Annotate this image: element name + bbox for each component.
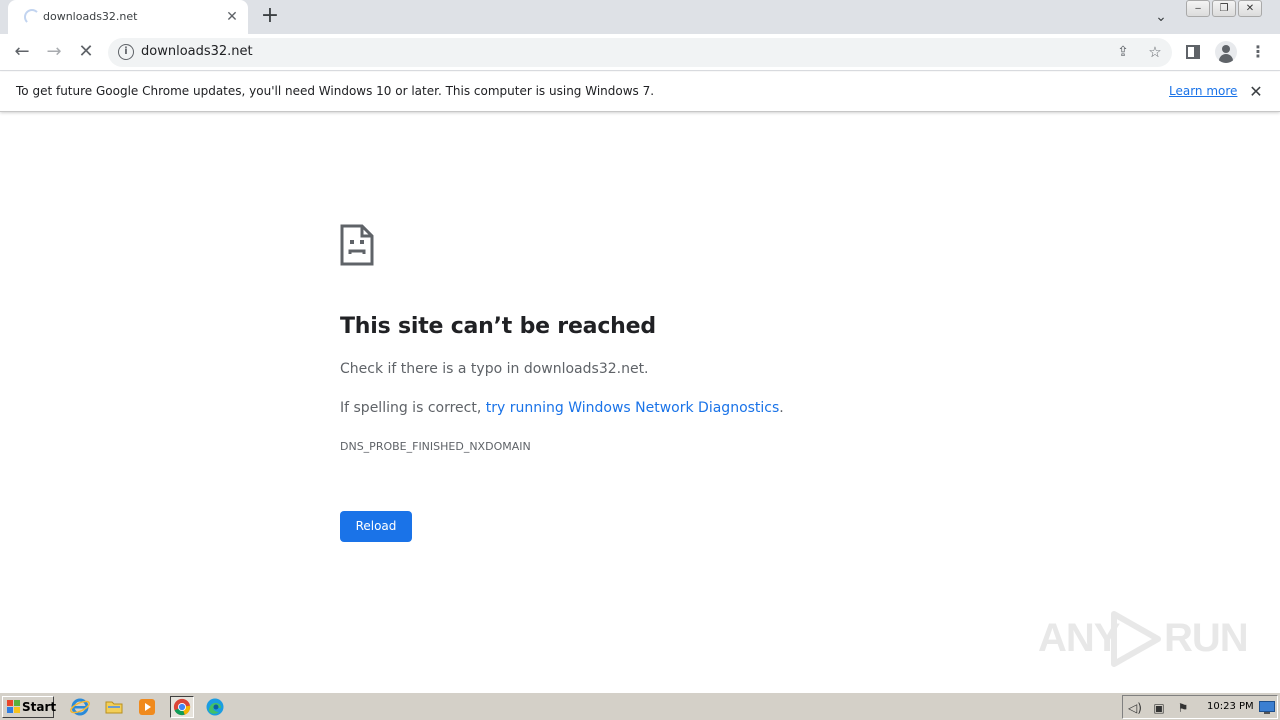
folder-icon[interactable] bbox=[104, 697, 124, 717]
volume-icon[interactable]: ◁) bbox=[1127, 700, 1143, 716]
infobar-message: To get future Google Chrome updates, you… bbox=[16, 84, 655, 98]
url-text[interactable]: downloads32.net bbox=[141, 44, 253, 59]
loading-spinner-icon bbox=[24, 9, 40, 25]
minimize-button[interactable]: ‒ bbox=[1186, 0, 1210, 17]
info-icon[interactable]: i bbox=[118, 44, 134, 60]
new-tab-button[interactable]: + bbox=[258, 5, 282, 29]
forward-arrow-icon[interactable]: → bbox=[40, 38, 68, 66]
network-diagnostics-link[interactable]: try running Windows Network Diagnostics bbox=[486, 400, 780, 416]
diagnostics-prefix: If spelling is correct, bbox=[340, 400, 486, 416]
windows-flag-icon bbox=[7, 700, 20, 713]
windows-taskbar: Start ◁) ▣ ⚑ 10:23 PM bbox=[0, 692, 1280, 720]
action-center-flag-icon[interactable]: ⚑ bbox=[1175, 700, 1191, 716]
ie-icon[interactable] bbox=[70, 697, 90, 717]
side-panel-icon[interactable] bbox=[1186, 45, 1200, 59]
anyrun-watermark-logo: ANY RUN bbox=[1036, 606, 1249, 670]
error-diagnostics-hint: If spelling is correct, try running Wind… bbox=[340, 400, 784, 416]
chrome-icon bbox=[173, 698, 191, 716]
system-tray: ◁) ▣ ⚑ 10:23 PM bbox=[1122, 695, 1278, 719]
restore-button[interactable]: ❐ bbox=[1212, 0, 1236, 17]
chrome-taskbar-button[interactable] bbox=[170, 696, 194, 718]
show-desktop-icon[interactable] bbox=[1259, 701, 1275, 715]
tab-active[interactable]: downloads32.net ✕ bbox=[8, 0, 248, 34]
edge-icon[interactable] bbox=[205, 697, 225, 717]
network-icon[interactable]: ▣ bbox=[1151, 700, 1167, 716]
diagnostics-suffix: . bbox=[779, 400, 784, 416]
tab-title: downloads32.net bbox=[43, 10, 138, 23]
learn-more-link[interactable]: Learn more bbox=[1169, 84, 1237, 98]
browser-toolbar: ← → ✕ i downloads32.net ⇪ ☆ bbox=[0, 34, 1280, 71]
menu-dots-icon[interactable]: ⋮ bbox=[1248, 38, 1268, 66]
infobar-close-icon[interactable]: ✕ bbox=[1246, 82, 1266, 102]
error-code: DNS_PROBE_FINISHED_NXDOMAIN bbox=[340, 440, 531, 453]
start-button[interactable]: Start bbox=[2, 696, 57, 718]
profile-icon[interactable] bbox=[1215, 41, 1237, 63]
address-bar[interactable]: i downloads32.net ⇪ ☆ bbox=[108, 38, 1172, 67]
back-arrow-icon[interactable]: ← bbox=[8, 38, 36, 66]
tab-search-chevron-down-icon[interactable]: ⌄ bbox=[1150, 6, 1172, 28]
tab-close-icon[interactable]: ✕ bbox=[224, 9, 240, 25]
clock[interactable]: 10:23 PM bbox=[1207, 701, 1254, 712]
error-title: This site can’t be reached bbox=[340, 314, 656, 339]
window-close-button[interactable]: ✕ bbox=[1238, 0, 1262, 17]
reload-button[interactable]: Reload bbox=[340, 511, 412, 542]
error-typo-hint: Check if there is a typo in downloads32.… bbox=[340, 361, 649, 377]
update-infobar: To get future Google Chrome updates, you… bbox=[0, 72, 1280, 112]
stop-icon[interactable]: ✕ bbox=[72, 38, 100, 66]
window-controls: ‒ ❐ ✕ bbox=[1186, 0, 1262, 18]
share-icon[interactable]: ⇪ bbox=[1112, 41, 1134, 63]
watermark-right-text: RUN bbox=[1164, 616, 1249, 660]
media-player-icon[interactable] bbox=[137, 697, 157, 717]
star-icon[interactable]: ☆ bbox=[1144, 41, 1166, 63]
start-label: Start bbox=[22, 700, 57, 714]
sad-page-icon bbox=[340, 224, 374, 266]
play-triangle-icon bbox=[1111, 611, 1161, 667]
tab-strip: downloads32.net ✕ + ⌄ ‒ ❐ ✕ bbox=[0, 0, 1280, 34]
